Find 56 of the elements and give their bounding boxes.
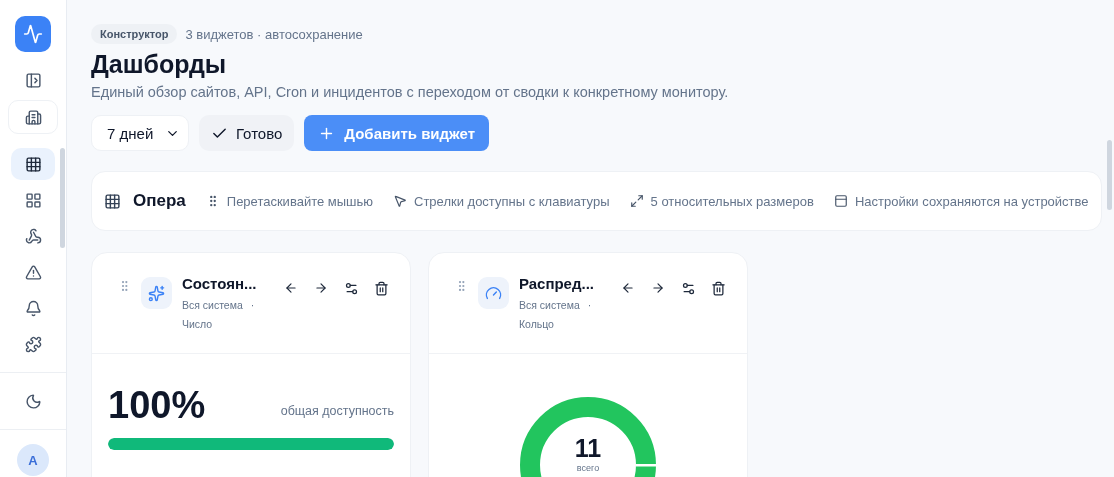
widget-title: Распред... xyxy=(518,275,595,292)
delete-button[interactable] xyxy=(374,281,390,297)
scrollbar[interactable] xyxy=(1107,140,1112,210)
bell-icon xyxy=(24,299,42,317)
metric-caption: общая доступность xyxy=(280,404,394,418)
widget-scope: Вся система xyxy=(181,299,243,311)
page-meta: 3 виджетов · автосохранение xyxy=(185,26,363,42)
pulse-icon xyxy=(23,24,43,44)
layout-name: Опера xyxy=(133,191,186,211)
layout-grid-icon xyxy=(24,191,42,209)
warning-icon xyxy=(24,263,42,281)
delete-button[interactable] xyxy=(711,281,727,297)
settings-icon xyxy=(344,281,359,296)
grid-icon xyxy=(104,192,121,210)
settings-icon xyxy=(681,281,696,296)
done-button[interactable]: Готово xyxy=(199,115,295,151)
arrow-right-icon xyxy=(651,281,665,295)
sparkles-icon xyxy=(148,284,166,302)
badge: Конструктор xyxy=(91,24,178,44)
trash-icon xyxy=(711,281,726,296)
gauge-icon xyxy=(485,284,503,302)
arrow-left-icon xyxy=(621,281,635,295)
settings-button[interactable] xyxy=(681,281,697,297)
pointer-icon xyxy=(393,194,408,208)
nav-item[interactable] xyxy=(11,148,55,180)
panel-icon xyxy=(833,194,848,208)
separator-dot: · xyxy=(250,299,255,311)
settings-button[interactable] xyxy=(344,281,360,297)
donut-caption: всего xyxy=(576,463,600,473)
separator-dot: · xyxy=(587,299,592,311)
donut-total: 11 xyxy=(574,434,602,463)
hint-text: 5 относительных размеров xyxy=(650,193,814,209)
webhook-icon xyxy=(24,227,42,245)
panel-icon xyxy=(24,71,42,89)
widget-title: Состоян... xyxy=(181,275,258,292)
metric-value: 100% xyxy=(108,386,206,424)
grid-icon xyxy=(24,155,42,173)
arrow-right-icon xyxy=(314,281,328,295)
moon-icon xyxy=(24,392,42,410)
hint-text: Стрелки доступны с клавиатуры xyxy=(414,193,610,209)
scrollbar[interactable] xyxy=(60,148,65,248)
period-select[interactable]: 7 дней xyxy=(91,115,189,151)
resize-icon xyxy=(629,194,644,208)
widget-type: Кольцо xyxy=(518,318,555,330)
user-avatar[interactable]: A xyxy=(17,444,49,476)
page-subtitle: Единый обзор сайтов, API, Cron и инцидентов с переходом от сводки к конкретному монитору. xyxy=(91,84,730,100)
widget-scope: Вся система xyxy=(518,299,580,311)
building-icon xyxy=(24,108,42,126)
hint-text: Перетаскивайте мышью xyxy=(226,193,374,209)
trash-icon xyxy=(374,281,389,296)
widget-type: Число xyxy=(181,318,214,330)
page-title: Дашборды xyxy=(91,50,228,79)
nav-item[interactable] xyxy=(8,100,58,134)
logo[interactable] xyxy=(15,16,51,52)
puzzle-icon xyxy=(24,335,42,353)
hint-text: Настройки сохраняются на устройстве xyxy=(854,193,1089,209)
